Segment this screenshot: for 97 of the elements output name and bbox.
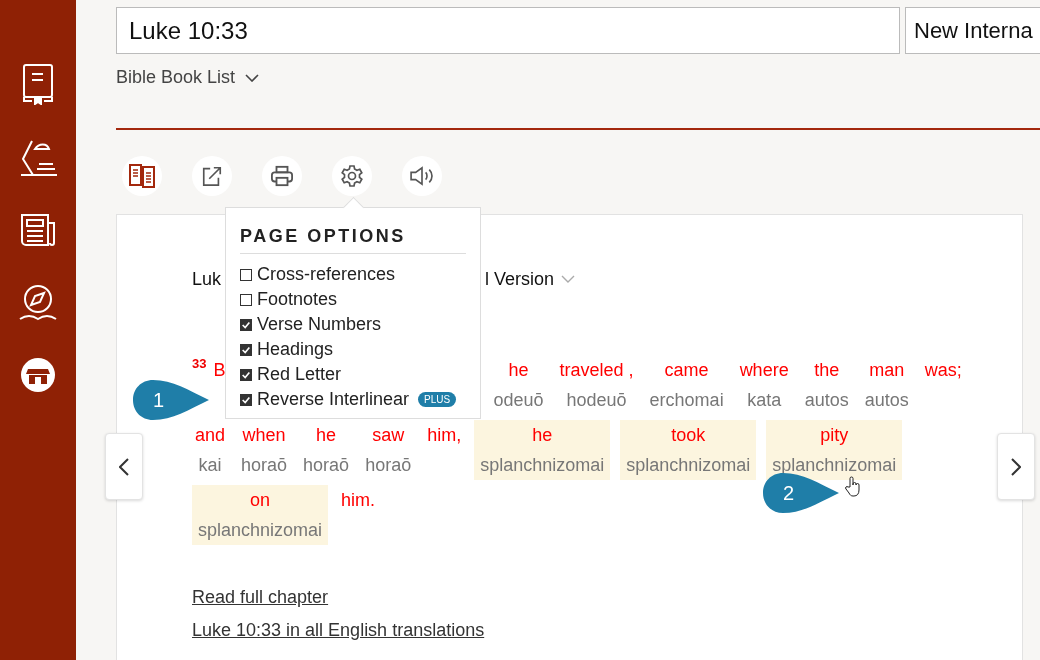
english-word: came [664,359,709,382]
english-word: he [508,359,529,382]
share-button[interactable] [192,156,232,196]
verse-number: 33 [192,355,207,373]
option-item[interactable]: Verse Numbers [240,312,466,337]
highlighted-word[interactable]: on splanchnizomai [192,485,328,545]
version-field[interactable]: New Interna [905,7,1040,54]
greek-word: horaō [241,454,288,477]
interlinear-word[interactable]: him. [338,485,378,545]
english-word: took [671,424,706,447]
interlinear-word[interactable]: where kata [736,355,792,415]
settings-button[interactable] [332,156,372,196]
english-word: when [242,424,286,447]
parallel-view-button[interactable] [122,156,162,196]
greek-word: hodeuō [566,389,627,412]
share-icon [201,165,223,187]
interlinear-word[interactable]: man autos [861,355,912,415]
interlinear-word[interactable]: he odeuō [490,355,547,415]
option-item[interactable]: Red Letter [240,362,466,387]
option-label: Reverse Interlinear [257,389,410,410]
greek-word: splanchnizomai [626,454,751,477]
english-word: the [814,359,840,382]
plus-badge: PLUS [418,392,457,407]
english-word: pity [820,424,849,447]
option-item[interactable]: Footnotes [240,287,466,312]
interlinear-word[interactable]: and kai [192,420,229,480]
checkbox[interactable] [240,393,252,406]
checkbox[interactable] [240,293,252,306]
settings-icon [340,164,364,188]
greek-word: kata [747,389,782,412]
chevron-down-icon [245,73,260,82]
greek-word: horaō [303,454,350,477]
greek-word: autos [864,389,909,412]
passage-link[interactable]: Luke 10:33 in all English translations [192,620,485,641]
english-word: him, [427,424,462,447]
version-dropdown[interactable]: l Version [485,268,576,290]
printer-icon [270,165,294,187]
english-word: and [195,424,226,447]
greek-word: odeuō [493,389,544,412]
interlinear-word[interactable]: him, [424,420,465,480]
desk-lamp-icon[interactable] [19,139,57,179]
passage-link[interactable]: Read full chapter [192,587,329,608]
store-icon[interactable] [20,357,56,393]
chevron-right-icon [1011,457,1021,476]
parallel-columns-icon [129,163,155,189]
interlinear-word[interactable]: was; [921,355,965,415]
compass-icon[interactable] [18,283,58,323]
checkbox[interactable] [240,368,252,381]
english-word: man [869,359,905,382]
greek-word: horaō [365,454,412,477]
greek-word: splanchnizomai [480,454,605,477]
chevron-down-icon [561,275,576,283]
option-item[interactable]: Headings [240,337,466,362]
english-word: he [532,424,553,447]
highlighted-word[interactable]: pity splanchnizomai [766,420,903,480]
newspaper-icon[interactable] [20,213,56,249]
speaker-button[interactable] [402,156,442,196]
english-word: saw [372,424,405,447]
interlinear-word[interactable]: came erchomai [646,355,727,415]
hand-cursor-icon [845,476,861,498]
checkbox[interactable] [240,268,252,281]
english-word: he [316,424,337,447]
option-label: Footnotes [257,289,338,310]
english-word: on [250,489,270,512]
passage-search-field[interactable]: Luke 10:33 [116,7,900,54]
option-item[interactable]: Reverse Interlinear PLUS [240,387,466,412]
checkbox[interactable] [240,318,252,331]
interlinear-word[interactable]: traveled , hodeuō [556,355,637,415]
interlinear-word[interactable]: when horaō [238,420,291,480]
interlinear-word[interactable]: B [210,355,229,415]
book-icon[interactable] [22,63,54,105]
option-label: Headings [257,339,334,360]
english-word: him. [341,489,375,512]
option-item[interactable]: Cross-references [240,262,466,287]
english-word: where [739,359,789,382]
passage-heading: Luk [192,268,222,290]
english-word: traveled , [559,359,634,382]
english-word: B [213,359,226,382]
greek-word: autos [804,389,849,412]
checkbox[interactable] [240,343,252,356]
speaker-icon [409,166,435,186]
popup-title: PAGE OPTIONS [240,226,407,247]
greek-word: splanchnizomai [197,519,323,542]
english-word: was; [924,359,962,382]
option-label: Red Letter [257,364,342,385]
interlinear-word[interactable]: the autos [801,355,852,415]
option-label: Cross-references [257,264,396,285]
option-label: Verse Numbers [257,314,382,335]
chevron-left-icon [119,457,129,476]
print-button[interactable] [262,156,302,196]
highlighted-word[interactable]: he splanchnizomai [474,420,611,480]
greek-word: kai [198,454,222,477]
interlinear-word[interactable]: he horaō [300,420,353,480]
book-list-dropdown[interactable]: Bible Book List [116,67,260,88]
interlinear-word[interactable]: saw horaō [362,420,415,480]
highlighted-word[interactable]: took splanchnizomai [620,420,757,480]
greek-word: erchomai [649,389,724,412]
